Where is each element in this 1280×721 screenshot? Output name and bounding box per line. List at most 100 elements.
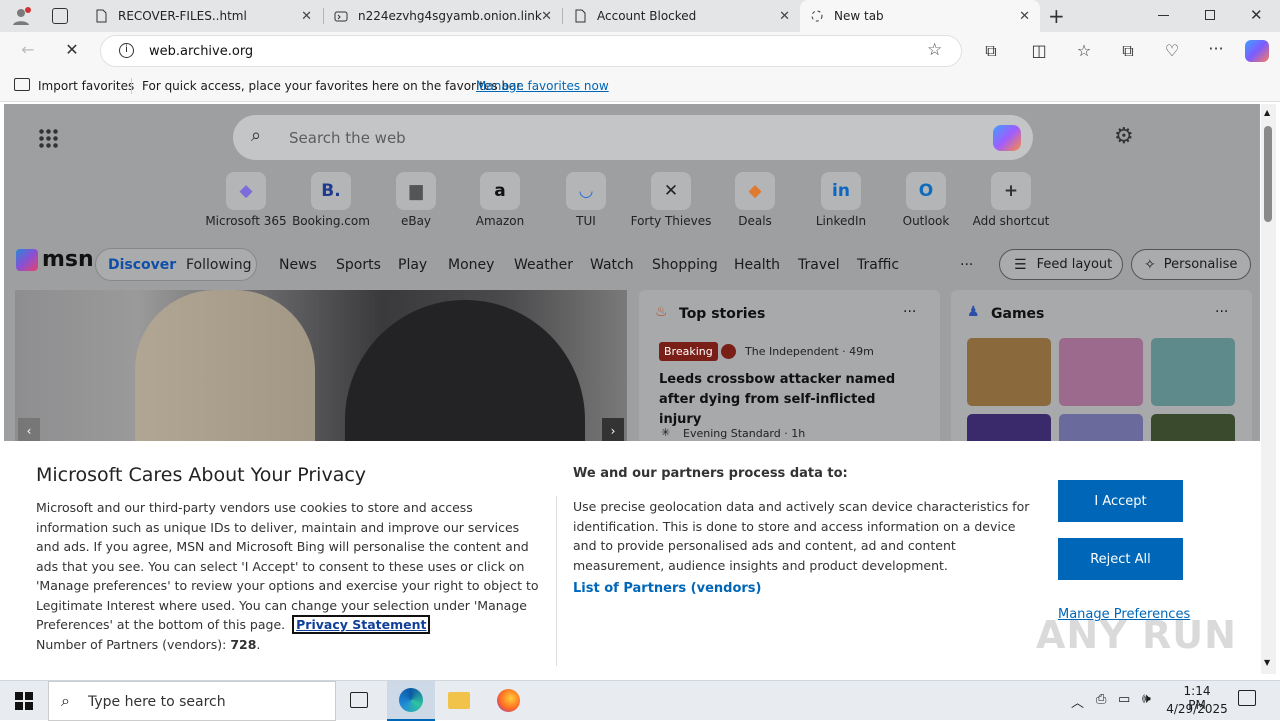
nav-more-icon[interactable]: ··· (960, 257, 973, 273)
shortcut-tile[interactable]: in LinkedIn (799, 172, 883, 230)
tab-account-blocked[interactable]: Account Blocked ✕ (563, 0, 800, 32)
url-text[interactable]: web.archive.org (149, 44, 253, 59)
shortcut-tile[interactable]: + Add shortcut (969, 172, 1053, 230)
tab-strip: RECOVER-FILES..html ✕ n224ezvhg4sgyamb.o… (0, 0, 1280, 32)
top-stories-more-icon[interactable]: ··· (903, 304, 916, 320)
msn-logo[interactable]: msn (16, 247, 94, 272)
shortcut-icon: B. (311, 172, 351, 210)
breaking-badge: Breaking (659, 342, 718, 361)
msn-nav-item[interactable]: Health (734, 257, 780, 273)
toolbar: ← ✕ i web.archive.org ☆ ⧉ ◫ ☆ ⧉ ♡ ··· (0, 32, 1280, 70)
file-explorer-icon[interactable] (448, 692, 470, 709)
msn-nav-item[interactable]: Traffic (857, 257, 899, 273)
page-scrollbar[interactable]: ▲ ▼ (1261, 104, 1276, 674)
game-thumbnail[interactable] (967, 338, 1051, 406)
settings-gear-icon[interactable]: ⚙ (1114, 124, 1134, 149)
new-tab-plus-icon[interactable]: + (1048, 4, 1065, 28)
tab-title: Account Blocked (597, 9, 697, 23)
network-icon[interactable]: ⎙ (1096, 692, 1106, 707)
taskbar-search-box[interactable]: ⌕ Type here to search (48, 681, 336, 721)
shortcut-icon: O (906, 172, 946, 210)
game-thumbnail[interactable] (1151, 338, 1235, 406)
accept-button[interactable]: I Accept (1058, 480, 1183, 522)
msn-nav-item[interactable]: Shopping (652, 257, 718, 273)
back-icon[interactable]: ← (16, 40, 40, 59)
notifications-icon[interactable] (1238, 690, 1256, 706)
msn-nav-item[interactable]: Money (448, 257, 494, 273)
tab-onion-link[interactable]: n224ezvhg4sgyamb.onion.link ✕ (324, 0, 562, 32)
more-menu-icon[interactable]: ··· (1204, 39, 1228, 58)
task-view-icon[interactable] (350, 692, 368, 708)
favorite-star-icon[interactable]: ☆ (927, 40, 942, 60)
volume-icon[interactable]: 🕪 (1142, 691, 1151, 707)
feed-layout-button[interactable]: ☰ Feed layout (999, 249, 1123, 280)
shortcut-tile[interactable]: O Outlook (884, 172, 968, 230)
msn-nav-item[interactable]: Play (398, 257, 427, 273)
story-headline[interactable]: Leeds crossbow attacker named after dyin… (659, 370, 919, 430)
import-favorites-icon[interactable] (14, 78, 30, 91)
game-thumbnail[interactable] (1059, 338, 1143, 406)
sliders-icon: ☰ (1014, 256, 1027, 273)
restore-icon[interactable] (1205, 10, 1215, 20)
manage-favorites-link[interactable]: Manage favorites now (476, 79, 609, 93)
msn-nav-item[interactable]: Sports (336, 257, 381, 273)
shortcut-tile[interactable]: ▆ eBay (374, 172, 458, 230)
collections-icon[interactable]: ⧉ (1116, 41, 1140, 61)
firefox-icon[interactable] (497, 689, 520, 712)
favorites-bar: Import favorites For quick access, place… (0, 70, 1280, 102)
shortcut-tile[interactable]: ✕ Forty Thieves (629, 172, 713, 230)
address-bar[interactable]: i web.archive.org ☆ (100, 35, 962, 67)
publisher-icon: ✳ (661, 426, 671, 439)
msn-nav-item[interactable]: Travel (798, 257, 840, 273)
clock-date[interactable]: 4/29/2025 (1166, 702, 1228, 716)
msn-nav-item[interactable]: Weather (514, 257, 573, 273)
personalise-button[interactable]: ✧ Personalise (1131, 249, 1251, 280)
msn-nav-item[interactable]: Watch (590, 257, 634, 273)
profile-icon[interactable] (10, 6, 32, 26)
tab-following[interactable]: Following (186, 257, 252, 273)
shortcut-tile[interactable]: ◆ Microsoft 365 (204, 172, 288, 230)
shortcut-tile[interactable]: ◆ Deals (713, 172, 797, 230)
shortcut-tile[interactable]: a Amazon (458, 172, 542, 230)
reject-all-button[interactable]: Reject All (1058, 538, 1183, 580)
shortcut-tile[interactable]: B. Booking.com (289, 172, 373, 230)
tab-recover-files[interactable]: RECOVER-FILES..html ✕ (84, 0, 322, 32)
tab-actions-icon[interactable] (52, 8, 68, 24)
close-tab-icon[interactable]: ✕ (1019, 9, 1030, 24)
tab-new-tab[interactable]: New tab ✕ (800, 0, 1040, 32)
hero-image[interactable] (15, 290, 627, 450)
tab-discover[interactable]: Discover (108, 257, 176, 273)
games-title: Games (991, 306, 1045, 322)
edge-taskbar-icon[interactable] (387, 681, 435, 721)
stop-loading-icon[interactable]: ✕ (60, 40, 84, 59)
shortcut-icon: ✕ (651, 172, 691, 210)
import-favorites-button[interactable]: Import favorites (38, 79, 134, 93)
tor-icon (334, 9, 348, 23)
anyrun-watermark: ANY RUN (1036, 613, 1237, 657)
favorites-icon[interactable]: ☆ (1072, 41, 1096, 60)
web-search-box[interactable]: ⌕ Search the web (233, 115, 1033, 160)
msn-nav-item[interactable]: News (279, 257, 317, 273)
privacy-title: Microsoft Cares About Your Privacy (36, 464, 367, 486)
privacy-statement-link[interactable]: Privacy Statement (292, 615, 431, 634)
minimize-icon[interactable] (1158, 15, 1169, 16)
list-of-partners-link[interactable]: List of Partners (vendors) (573, 581, 761, 596)
windows-start-icon[interactable] (15, 692, 33, 710)
fire-icon: ♨ (655, 304, 668, 320)
copilot-search-icon[interactable] (993, 125, 1021, 151)
close-tab-icon[interactable]: ✕ (779, 9, 790, 24)
browser-essentials-icon[interactable]: ♡ (1160, 41, 1184, 60)
close-tab-icon[interactable]: ✕ (541, 9, 552, 24)
loading-icon (810, 9, 824, 23)
copilot-icon[interactable] (1245, 40, 1269, 62)
extensions-icon[interactable]: ⧉ (979, 41, 1003, 61)
close-window-icon[interactable]: ✕ (1250, 6, 1263, 24)
ethernet-icon[interactable]: ▭ (1118, 692, 1130, 707)
games-more-icon[interactable]: ··· (1215, 304, 1228, 320)
tray-chevron-icon[interactable]: ︿ (1071, 692, 1084, 711)
apps-launcher-icon[interactable] (38, 128, 58, 148)
close-tab-icon[interactable]: ✕ (301, 9, 312, 24)
shortcut-tile[interactable]: ◡ TUI (544, 172, 628, 230)
site-info-icon[interactable]: i (119, 43, 134, 58)
split-screen-icon[interactable]: ◫ (1027, 41, 1051, 60)
